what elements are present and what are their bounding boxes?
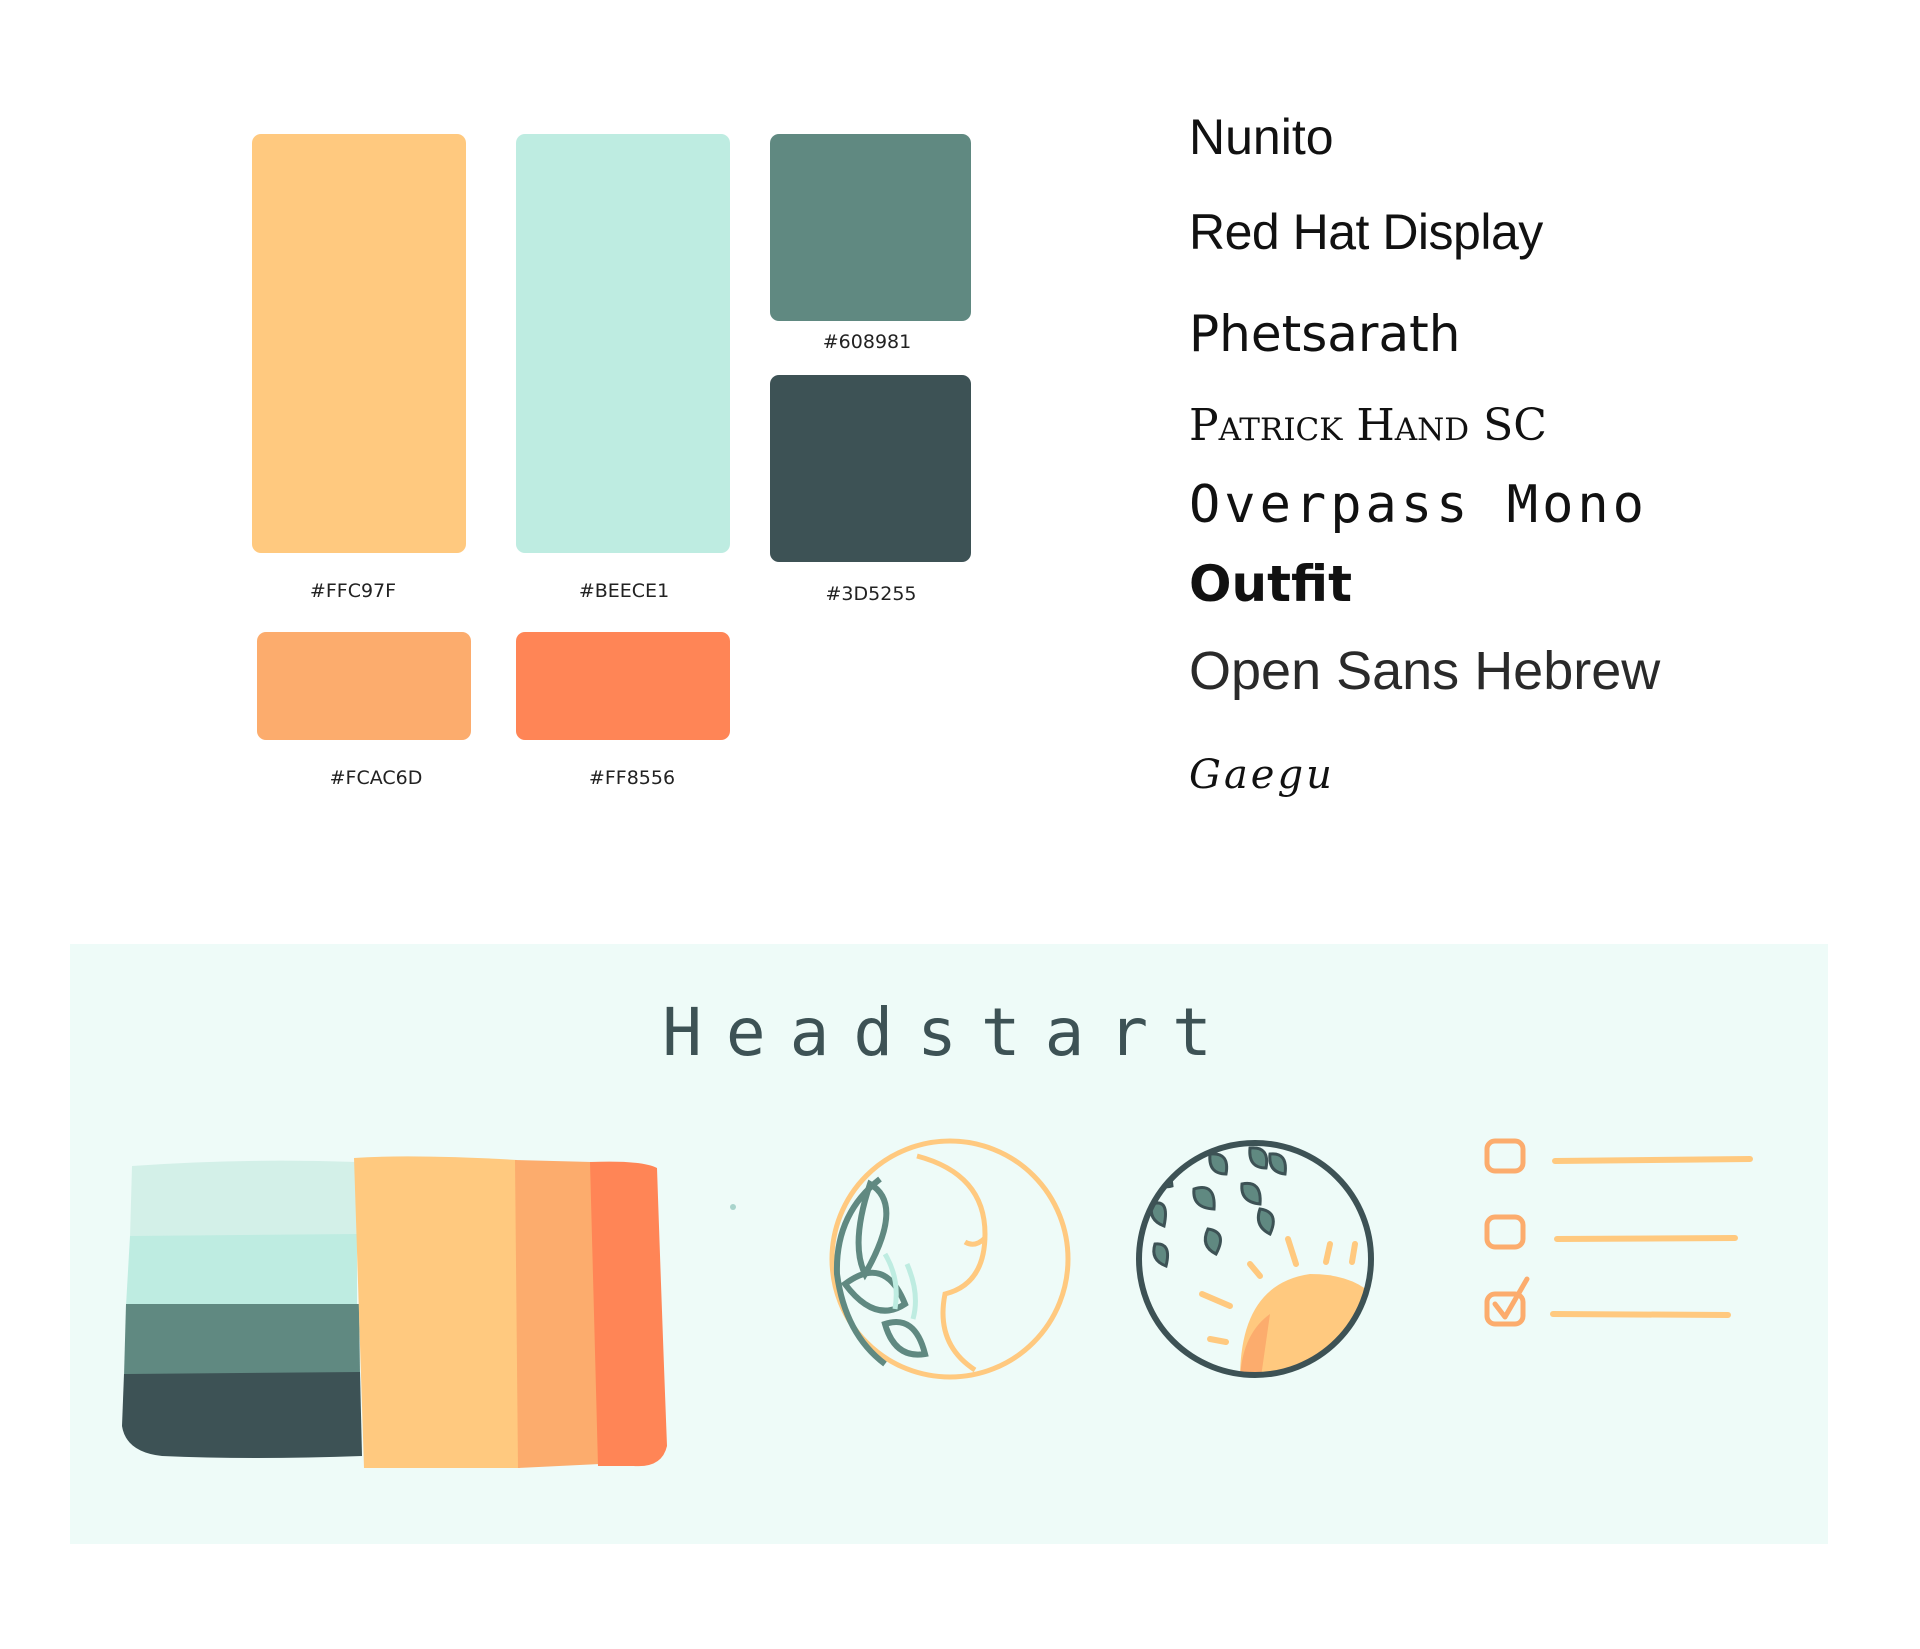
face-moon-plant-icon: [825, 1134, 1075, 1384]
font-name-open-sans-hebrew: Open Sans Hebrew: [1189, 641, 1661, 701]
swatch-label-slate: #3D5255: [825, 583, 917, 605]
painted-palette-block: [122, 1156, 667, 1468]
paint-stripe-peach: [515, 1160, 600, 1468]
swatch-label-yellow: #FFC97F: [309, 580, 397, 602]
font-name-patrick-hand-sc: Patrick Hand SC: [1189, 400, 1547, 451]
font-name-gaegu: Gaegu: [1189, 752, 1335, 798]
font-name-outfit: Outfit: [1189, 555, 1352, 613]
font-name-nunito: Nunito: [1189, 109, 1334, 165]
moodboard-panel: Headstart: [70, 944, 1828, 1544]
swatch-label-coral: #FF8556: [588, 767, 676, 789]
brand-title: Headstart: [662, 994, 1236, 1071]
swatch-label-mint: #BEECE1: [578, 580, 670, 602]
paint-stripe-coral: [590, 1161, 667, 1467]
swatch-yellow: [252, 134, 466, 553]
swatch-coral: [516, 632, 730, 740]
paint-stripe-slate: [122, 1372, 362, 1458]
sun-leaves-icon: [1130, 1134, 1380, 1384]
swatch-slate: [770, 375, 971, 562]
stray-dot: [730, 1204, 736, 1210]
font-name-phetsarath: Phetsarath: [1189, 305, 1461, 363]
paint-stripe-sage: [124, 1304, 360, 1376]
font-name-overpass-mono: Overpass Mono: [1189, 475, 1648, 535]
swatch-mint: [516, 134, 730, 553]
font-name-red-hat-display: Red Hat Display: [1189, 204, 1543, 260]
swatch-sage: [770, 134, 971, 321]
paint-stripe-mint-light: [130, 1160, 357, 1238]
swatch-label-peach: #FCAC6D: [329, 767, 423, 789]
checklist-icon: [1475, 1129, 1755, 1329]
paint-stripe-yellow: [354, 1156, 520, 1468]
swatch-peach: [257, 632, 471, 740]
paint-stripe-mint: [126, 1234, 357, 1306]
swatch-label-sage: #608981: [822, 331, 912, 353]
